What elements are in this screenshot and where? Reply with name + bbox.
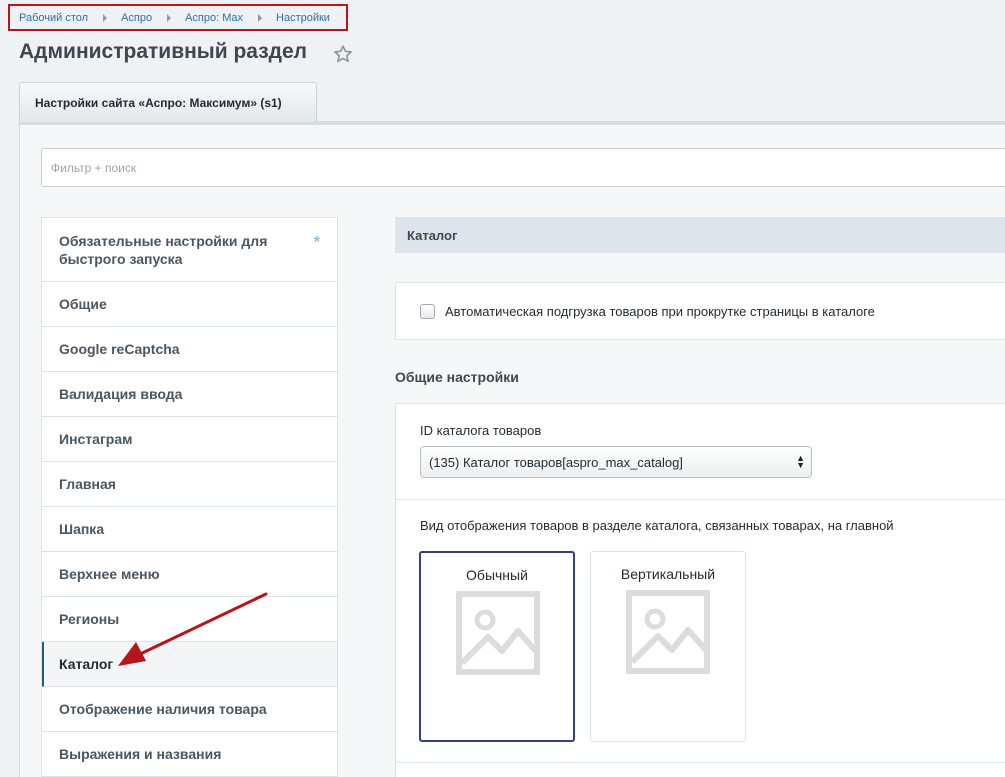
catalog-id-label: ID каталога товаров [420,423,542,438]
menu-item-header[interactable]: Шапка [42,507,337,552]
menu-item-top-menu[interactable]: Верхнее меню [42,552,337,597]
menu-item-label: Общие [59,296,107,312]
required-asterisk-icon: * [313,234,320,251]
chevron-right-icon [258,13,263,22]
menu-item-label: Инстаграм [59,431,133,447]
general-settings-panel: ID каталога товаров (135) Каталог товаро… [395,403,1005,777]
menu-item-validation[interactable]: Валидация ввода [42,372,337,417]
menu-item-general[interactable]: Общие [42,282,337,327]
menu-item-label: Верхнее меню [59,566,160,582]
menu-item-label: Регионы [59,611,120,627]
breadcrumb-aspro-max[interactable]: Аспро: Max [185,12,243,24]
menu-item-label: Обязательные настройки для быстрого запу… [59,232,268,267]
breadcrumb-desktop[interactable]: Рабочий стол [19,12,88,24]
autoload-checkbox[interactable] [420,303,435,319]
filter-search-input[interactable] [41,148,1005,187]
menu-item-phrases[interactable]: Выражения и названия [42,732,337,777]
menu-item-quick-start[interactable]: Обязательные настройки для быстрого запу… [42,218,337,282]
settings-menu: Обязательные настройки для быстрого запу… [41,217,338,777]
menu-item-label: Шапка [59,521,105,537]
image-placeholder-icon [626,590,710,674]
menu-item-label: Главная [59,476,116,492]
page-title: Административный раздел [19,40,308,63]
general-settings-title: Общие настройки [395,369,519,385]
menu-item-catalog[interactable]: Каталог [42,642,337,687]
menu-item-main[interactable]: Главная [42,462,337,507]
autoload-label[interactable]: Автоматическая подгрузка товаров при про… [445,304,875,319]
chevron-right-icon [103,13,108,22]
option-title: Вертикальный [620,566,716,582]
divider [396,762,1005,763]
menu-item-label: Google reCaptcha [59,341,180,357]
menu-item-label: Выражения и названия [59,746,222,762]
catalog-id-value: (135) Каталог товаров[aspro_max_catalog] [429,454,683,470]
menu-item-instagram[interactable]: Инстаграм [42,417,337,462]
menu-item-recaptcha[interactable]: Google reCaptcha [42,327,337,372]
autoload-panel: Автоматическая подгрузка товаров при про… [395,282,1005,340]
menu-item-label: Валидация ввода [59,386,183,402]
option-title: Обычный [466,567,528,583]
breadcrumb-aspro[interactable]: Аспро [121,12,152,24]
breadcrumb: Рабочий стол Аспро Аспро: Max Настройки [8,4,348,31]
menu-item-label: Каталог [59,656,114,672]
view-option-normal[interactable]: Обычный [419,551,575,742]
star-icon[interactable] [333,44,353,64]
breadcrumb-settings[interactable]: Настройки [276,12,330,24]
view-mode-label: Вид отображения товаров в разделе катало… [420,518,894,533]
menu-item-label: Отображение наличия товара [59,701,267,717]
view-option-vertical[interactable]: Вертикальный [590,551,746,742]
catalog-id-select[interactable]: (135) Каталог товаров[aspro_max_catalog]… [420,446,812,478]
chevron-right-icon [167,13,172,22]
menu-item-stock-display[interactable]: Отображение наличия товара [42,687,337,732]
menu-item-regions[interactable]: Регионы [42,597,337,642]
select-arrows-icon: ▲ ▼ [796,453,805,470]
divider [396,499,1005,500]
section-header: Каталог [395,217,1005,253]
image-placeholder-icon [456,591,540,675]
tab-site-settings[interactable]: Настройки сайта «Аспро: Максимум» (s1) [19,82,317,122]
